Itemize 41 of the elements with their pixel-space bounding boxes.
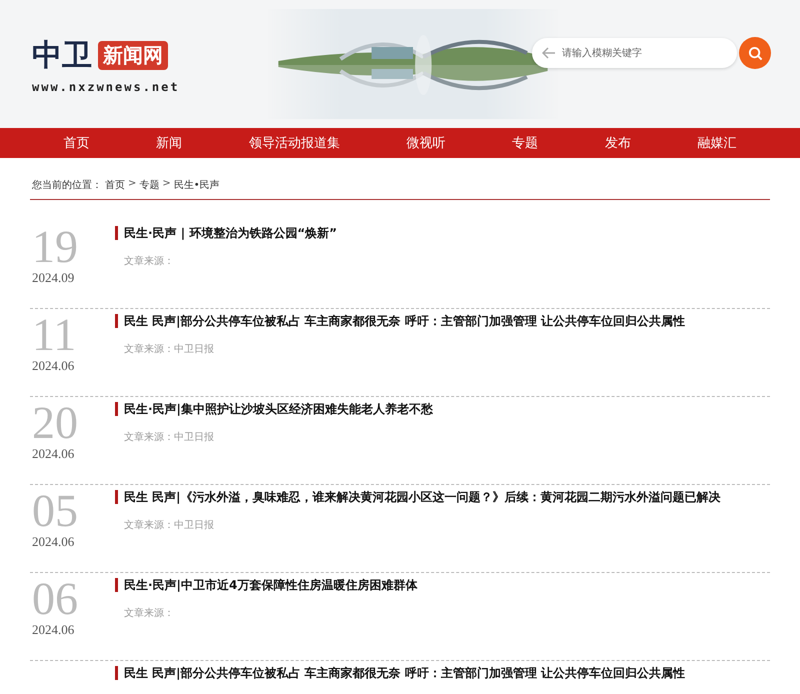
date-month: 2024.06 xyxy=(32,358,76,374)
nav-link[interactable]: 专题 xyxy=(512,134,538,152)
logo-text[interactable]: 中卫 xyxy=(32,34,92,76)
breadcrumb-label: 您当前的位置： xyxy=(32,178,102,192)
date-day: 19 xyxy=(32,224,112,270)
article-source: 文章来源：中卫日报 xyxy=(123,518,215,532)
article-title[interactable]: 民生·民声|中卫市近4万套保障性住房温暖住房困难群体 xyxy=(115,578,418,592)
date-month: 2024.06 xyxy=(32,622,76,638)
search-field[interactable]: 请输入模糊关键字 xyxy=(532,38,737,68)
site-url: www.nxzwnews.net xyxy=(32,80,181,94)
nav-link[interactable]: 新闻 xyxy=(156,134,182,152)
article-source: 文章来源：中卫日报 xyxy=(123,342,215,356)
search-icon xyxy=(748,46,762,60)
article-source: 文章来源： xyxy=(123,606,175,620)
article-title[interactable]: 民生 民声|部分公共停车位被私占 车主商家都很无奈 呼吁：主管部门加强管理 让公共停车位回归公共属性 xyxy=(115,666,686,680)
article-title[interactable]: 民生·民声|集中照护让沙坡头区经济困难失能老人养老不愁 xyxy=(115,402,433,416)
arrow-left-icon[interactable] xyxy=(542,47,556,59)
article-title[interactable]: 民生 民声|部分公共停车位被私占 车主商家都很无奈 呼吁：主管部门加强管理 让公共停车位回归公共属性 xyxy=(115,314,686,328)
nav-link[interactable]: 发布 xyxy=(604,134,631,152)
date-month: 2024.06 xyxy=(32,446,76,462)
date-day: 11 xyxy=(32,312,112,358)
breadcrumb-link[interactable]: 首页 xyxy=(105,178,125,192)
nav-link[interactable]: 首页 xyxy=(63,134,90,152)
article-title[interactable]: 民生·民声 | 环境整治为铁路公园“焕新” xyxy=(115,226,338,240)
logo-badge[interactable]: 新闻网 xyxy=(98,40,168,70)
article-title[interactable]: 民生 民声|《污水外溢，臭味难忍，谁来解决黄河花园小区这一问题？》后续：黄河花园二期污水外溢问题已解决 xyxy=(115,490,721,504)
breadcrumb-link[interactable]: 民生•民声 xyxy=(174,178,220,192)
breadcrumb-separator: > xyxy=(162,178,171,191)
nav-link[interactable]: 融媒汇 xyxy=(698,134,737,152)
breadcrumb-link[interactable]: 专题 xyxy=(139,178,160,192)
date-day: 05 xyxy=(32,488,112,534)
article-source: 文章来源：中卫日报 xyxy=(123,430,215,444)
nav-link[interactable]: 领导活动报道集 xyxy=(248,134,340,152)
date-month: 2024.06 xyxy=(32,534,76,550)
date-day: 20 xyxy=(32,400,112,446)
search-button[interactable] xyxy=(739,37,771,69)
nav-link[interactable]: 微视听 xyxy=(406,134,446,152)
date-month: 2024.09 xyxy=(32,270,76,286)
date-day: 06 xyxy=(32,576,112,622)
breadcrumb-separator: > xyxy=(128,178,136,191)
article-source: 文章来源： xyxy=(123,254,175,268)
